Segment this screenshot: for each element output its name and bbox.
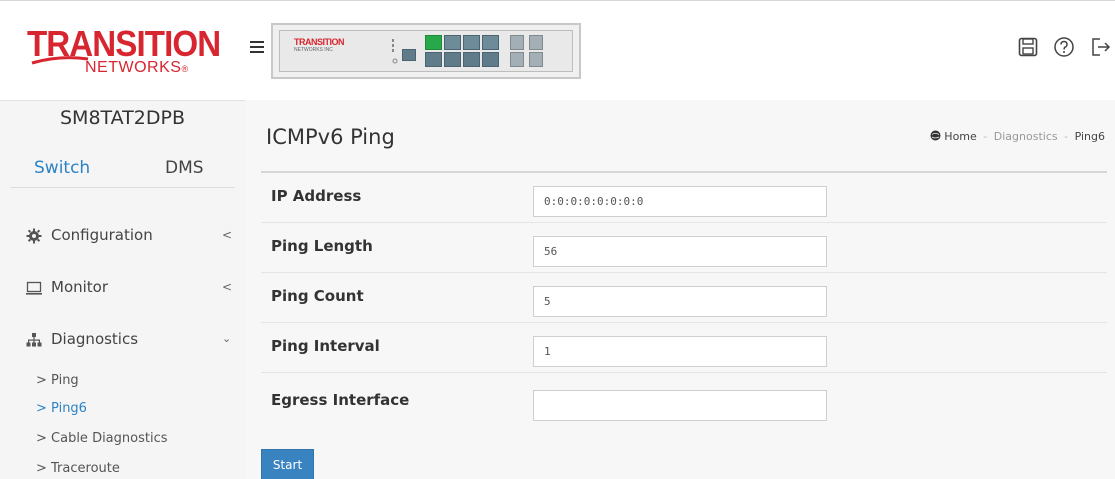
form-row-ip-address: IP Address (261, 173, 1107, 223)
sidebar-tabs: Switch DMS (0, 153, 245, 189)
sidebar-item-monitor[interactable]: Monitor < (0, 264, 245, 316)
ping-length-input[interactable] (533, 236, 827, 267)
sitemap-icon (26, 333, 42, 347)
status-led-icon (392, 39, 398, 64)
top-bar: TRANSITION NETWORKS INC (245, 0, 1115, 100)
port-4[interactable] (444, 52, 461, 67)
form-row-ping-interval: Ping Interval (261, 323, 1107, 373)
main-content: ICMPv6 Ping Home - Diagnostics - Ping6 I… (245, 100, 1115, 479)
chevron-left-icon: < (222, 280, 233, 294)
logo: TRANSITION NETWORKS® (0, 1, 245, 101)
sidebar-subitem-ping6[interactable]: > Ping6 (36, 401, 87, 416)
tab-switch[interactable]: Switch (34, 158, 90, 178)
breadcrumb: Home - Diagnostics - Ping6 (930, 130, 1105, 143)
egress-interface-label: Egress Interface (271, 391, 410, 409)
sidebar: TRANSITION NETWORKS® SM8TAT2DPB Switch D… (0, 0, 245, 479)
form-row-ping-count: Ping Count (261, 273, 1107, 323)
chevron-left-icon: < (222, 228, 233, 242)
start-button[interactable]: Start (261, 449, 314, 479)
logo-swoosh-icon (31, 56, 89, 65)
logout-icon[interactable] (1090, 36, 1112, 58)
port-2[interactable] (425, 52, 442, 67)
port-3[interactable] (444, 35, 461, 50)
sfp-port-10[interactable] (510, 52, 524, 67)
ip-address-input[interactable] (533, 186, 827, 217)
console-port[interactable] (402, 49, 416, 61)
tab-dms[interactable]: DMS (165, 158, 204, 178)
breadcrumb-current: Ping6 (1074, 130, 1105, 143)
port-7[interactable] (482, 35, 499, 50)
gear-icon (26, 228, 42, 244)
page-title: ICMPv6 Ping (266, 125, 395, 149)
device-name: SM8TAT2DPB (59, 107, 185, 129)
sfp-port-11[interactable] (529, 35, 543, 50)
ping-length-label: Ping Length (271, 237, 373, 255)
breadcrumb-diagnostics[interactable]: Diagnostics (994, 130, 1058, 143)
ping-count-label: Ping Count (271, 287, 364, 305)
form-row-ping-length: Ping Length (261, 223, 1107, 273)
sidebar-subitem-ping[interactable]: > Ping (36, 373, 79, 388)
breadcrumb-separator: - (983, 130, 988, 143)
sidebar-item-label: Monitor (51, 278, 109, 296)
sidebar-item-diagnostics[interactable]: Diagnostics ⌄ (0, 316, 245, 368)
home-icon (930, 130, 941, 141)
ping-interval-label: Ping Interval (271, 337, 380, 355)
ping6-form: IP Address Ping Length Ping Count Ping I… (261, 171, 1107, 424)
logo-sub-text: NETWORKS® (85, 59, 189, 76)
sidebar-subitem-traceroute[interactable]: > Traceroute (36, 461, 120, 476)
port-6[interactable] (463, 52, 480, 67)
switch-front-panel: TRANSITION NETWORKS INC (271, 23, 581, 79)
monitor-icon (26, 281, 42, 295)
port-1[interactable] (425, 35, 442, 50)
help-icon[interactable] (1053, 36, 1075, 58)
save-icon[interactable] (1017, 36, 1039, 58)
ip-address-label: IP Address (271, 187, 362, 205)
front-panel-body: TRANSITION NETWORKS INC (279, 30, 573, 72)
chevron-down-icon: ⌄ (222, 332, 232, 345)
sidebar-item-configuration[interactable]: Configuration < (0, 212, 245, 264)
ping-interval-input[interactable] (533, 336, 827, 367)
breadcrumb-separator: - (1064, 130, 1069, 143)
sidebar-subitem-cable-diagnostics[interactable]: > Cable Diagnostics (36, 431, 168, 446)
tabs-divider (10, 187, 235, 188)
port-8[interactable] (482, 52, 499, 67)
port-5[interactable] (463, 35, 480, 50)
panel-logo: TRANSITION NETWORKS INC (294, 37, 345, 53)
sfp-port-9[interactable] (510, 35, 524, 50)
form-row-egress-interface: Egress Interface (261, 373, 1107, 423)
ping-count-input[interactable] (533, 286, 827, 317)
hamburger-menu-icon[interactable] (250, 41, 264, 55)
sidebar-item-label: Configuration (51, 226, 153, 244)
sidebar-item-label: Diagnostics (51, 330, 139, 348)
breadcrumb-home[interactable]: Home (944, 130, 976, 143)
sfp-port-12[interactable] (529, 52, 543, 67)
egress-interface-input[interactable] (533, 390, 827, 421)
